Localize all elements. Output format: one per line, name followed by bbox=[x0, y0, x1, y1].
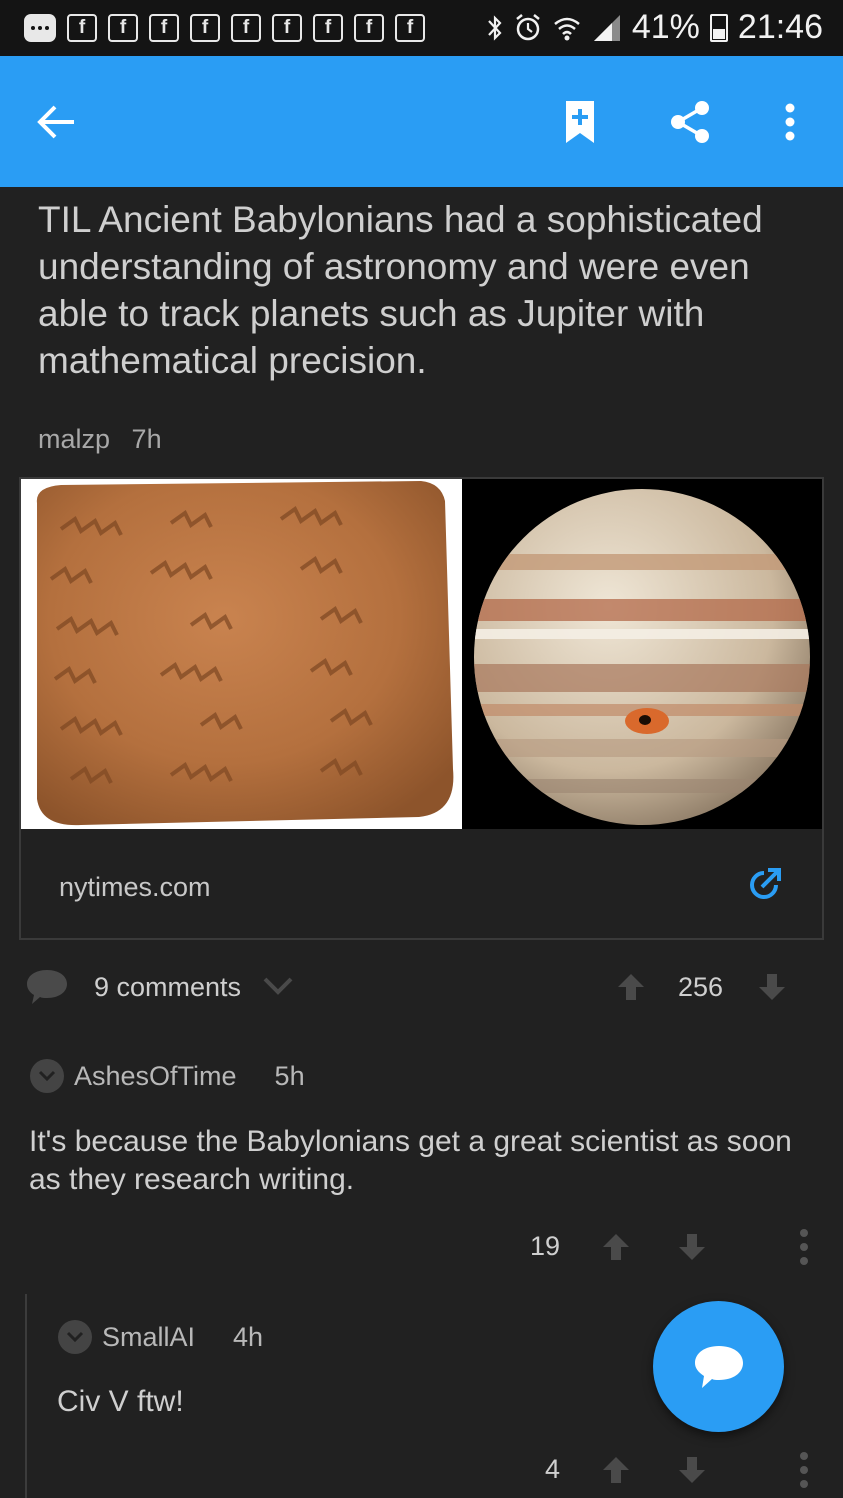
share-button[interactable] bbox=[655, 56, 725, 187]
preview-image[interactable] bbox=[21, 479, 822, 829]
reply-fab-button[interactable] bbox=[653, 1301, 784, 1432]
comment-age: 5h bbox=[274, 1060, 305, 1091]
collapse-comment-button[interactable] bbox=[58, 1320, 92, 1354]
signal-icon bbox=[593, 14, 620, 41]
app-bar bbox=[0, 56, 843, 187]
comment-author[interactable]: SmallAI bbox=[102, 1322, 195, 1353]
chat-bubble-icon bbox=[694, 1345, 743, 1388]
flipboard-icon: f bbox=[395, 14, 425, 42]
share-icon bbox=[671, 100, 709, 143]
notification-icons: f f f f f f f f f bbox=[24, 14, 425, 42]
post-age: 7h bbox=[131, 424, 162, 454]
comment-header: SmallAI 4h bbox=[58, 1320, 263, 1354]
comment-body: It's because the Babylonians get a great… bbox=[29, 1125, 792, 1196]
open-external-icon[interactable] bbox=[748, 867, 782, 901]
upvote-arrow-icon[interactable] bbox=[602, 1455, 630, 1485]
flipboard-icon: f bbox=[272, 14, 302, 42]
link-preview[interactable]: nytimes.com bbox=[19, 477, 824, 940]
battery-icon bbox=[709, 13, 728, 42]
battery-percent: 41% bbox=[631, 8, 700, 46]
flipboard-icon: f bbox=[108, 14, 138, 42]
wifi-icon bbox=[554, 17, 580, 40]
flipboard-icon: f bbox=[190, 14, 220, 42]
comment-header: AshesOfTime 5h bbox=[30, 1059, 305, 1093]
comments-count[interactable]: 9 comments bbox=[94, 972, 241, 1003]
comment-votes: 19 bbox=[530, 1231, 706, 1262]
downvote-arrow-icon[interactable] bbox=[678, 1455, 706, 1485]
more-notifications-icon bbox=[24, 14, 56, 42]
post-title: TIL Ancient Babylonians had a sophistica… bbox=[38, 199, 763, 381]
post-meta: malzp 7h bbox=[38, 424, 176, 455]
status-bar: f f f f f f f f f 41% 21:46 bbox=[0, 0, 843, 56]
comment-bubble-icon[interactable] bbox=[26, 968, 68, 1008]
save-button[interactable] bbox=[545, 56, 615, 187]
post-actions: 9 comments 256 bbox=[0, 960, 843, 1020]
flipboard-icon: f bbox=[231, 14, 261, 42]
back-arrow-icon bbox=[37, 105, 74, 138]
overflow-menu-icon bbox=[785, 103, 795, 140]
comment-body: Civ V ftw! bbox=[57, 1385, 184, 1418]
comment-more-button[interactable] bbox=[800, 1452, 808, 1488]
back-button[interactable] bbox=[20, 56, 92, 187]
comment-author[interactable]: AshesOfTime bbox=[74, 1061, 237, 1092]
chevron-down-icon bbox=[38, 1070, 56, 1082]
comment-age: 4h bbox=[233, 1321, 264, 1352]
flipboard-icon: f bbox=[149, 14, 179, 42]
comment-more-button[interactable] bbox=[800, 1229, 808, 1265]
flipboard-icon: f bbox=[67, 14, 97, 42]
chevron-down-icon bbox=[66, 1331, 84, 1343]
overflow-menu-button[interactable] bbox=[760, 56, 820, 187]
flipboard-icon: f bbox=[354, 14, 384, 42]
flipboard-icon: f bbox=[313, 14, 343, 42]
bluetooth-icon bbox=[488, 14, 502, 41]
reply-thread-line bbox=[25, 1294, 27, 1498]
save-bookmark-icon bbox=[566, 100, 594, 143]
post-author[interactable]: malzp bbox=[38, 424, 110, 454]
comment-votes: 4 bbox=[545, 1454, 706, 1485]
alarm-icon bbox=[516, 13, 540, 40]
upvote-arrow-icon[interactable] bbox=[617, 972, 645, 1002]
collapse-comment-button[interactable] bbox=[30, 1059, 64, 1093]
upvote-arrow-icon[interactable] bbox=[602, 1232, 630, 1262]
post-score: 256 bbox=[678, 972, 724, 1002]
chevron-down-icon[interactable] bbox=[262, 976, 294, 996]
clock: 21:46 bbox=[737, 8, 823, 46]
downvote-arrow-icon[interactable] bbox=[758, 972, 786, 1002]
downvote-arrow-icon[interactable] bbox=[678, 1232, 706, 1262]
link-domain[interactable]: nytimes.com bbox=[59, 872, 211, 903]
comment-score: 4 bbox=[545, 1454, 561, 1484]
comment-score: 19 bbox=[530, 1231, 561, 1261]
